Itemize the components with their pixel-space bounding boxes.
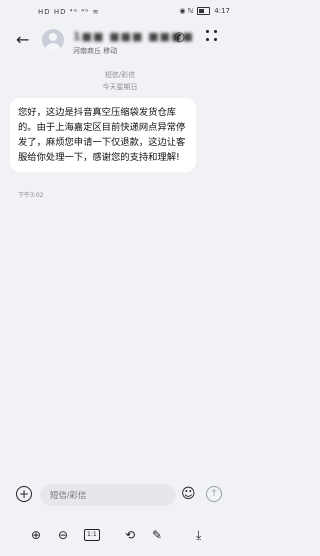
- status-bar: HD HD ⁴ᴳ ⁴ᴳ ≋ ◉ ℕ 4:17: [0, 0, 240, 22]
- zoom-in-icon[interactable]: ⊕: [31, 528, 41, 542]
- bottom-toolbar: ⊕ ⊖ 1:1 ⟲ ✎ ⤓: [0, 522, 240, 552]
- phone-icon[interactable]: ✆: [174, 31, 185, 46]
- conversation-header: ← 1■■ ■■■ ■■■■ 河南商丘 移动 ✆: [0, 22, 240, 66]
- message-timestamp: 下午3:02: [18, 192, 44, 199]
- message-composer: + ☺ ↑: [0, 478, 240, 514]
- actual-size-icon[interactable]: 1:1: [84, 529, 100, 541]
- message-input[interactable]: [40, 484, 176, 506]
- contact-location: 河南商丘 移动: [73, 47, 118, 55]
- more-vertical-icon[interactable]: [206, 30, 218, 44]
- emoji-icon[interactable]: ☺: [181, 486, 196, 502]
- battery-icon: [197, 7, 211, 15]
- signal-icons: HD HD ⁴ᴳ ⁴ᴳ ≋: [38, 8, 100, 16]
- add-circle-icon[interactable]: +: [16, 486, 32, 502]
- back-arrow-icon[interactable]: ←: [16, 30, 29, 49]
- message-bubble[interactable]: 您好，这边是抖音真空压缩袋发货仓库的。由于上海嘉定区目前快递网点异常停发了，麻烦…: [10, 98, 196, 172]
- contact-avatar[interactable]: [42, 29, 64, 51]
- edit-icon[interactable]: ✎: [152, 528, 162, 542]
- status-right: ◉ ℕ 4:17: [179, 7, 230, 15]
- status-time: 4:17: [214, 7, 230, 15]
- download-icon[interactable]: ⤓: [196, 528, 201, 543]
- zoom-out-icon[interactable]: ⊖: [58, 528, 68, 542]
- status-icons: ◉ ℕ: [179, 7, 194, 15]
- send-icon[interactable]: ↑: [206, 486, 222, 502]
- date-separator: 今天星期日: [102, 83, 138, 91]
- channel-label: 短信/彩信: [104, 71, 136, 79]
- rotate-icon[interactable]: ⟲: [125, 528, 135, 542]
